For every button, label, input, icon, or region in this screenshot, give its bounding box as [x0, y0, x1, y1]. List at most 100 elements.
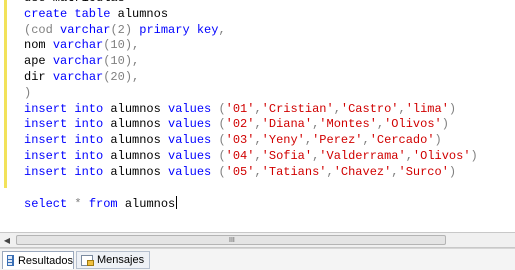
code-token: ,	[254, 117, 262, 132]
code-token: alumnos	[103, 117, 169, 132]
code-line[interactable]: use matriculas	[24, 0, 478, 7]
code-line[interactable]: insert into alumnos values ('02','Diana'…	[24, 117, 478, 133]
code-token: alumnos	[110, 6, 169, 21]
text-cursor	[176, 196, 178, 210]
code-token: ,	[254, 133, 262, 148]
horizontal-scrollbar[interactable]: ◀ III	[0, 232, 515, 248]
results-grid-icon	[7, 255, 14, 266]
code-token: 'Olivos'	[412, 148, 471, 163]
code-line[interactable]	[24, 181, 478, 197]
code-token: 'Yeny'	[261, 133, 305, 148]
code-token: ,	[391, 164, 399, 179]
code-token: insert into	[24, 164, 104, 179]
results-tab-bar: Resultados Mensajes	[0, 248, 515, 270]
code-line[interactable]: nom varchar(10),	[24, 38, 478, 54]
code-token: 'Cristian'	[261, 101, 334, 116]
code-token: values	[168, 164, 212, 179]
code-token: *	[67, 197, 89, 212]
code-token: ,	[254, 164, 262, 179]
code-token: )	[441, 117, 449, 132]
code-line[interactable]: insert into alumnos values ('05','Tatian…	[24, 165, 478, 181]
messages-icon	[81, 254, 94, 266]
code-token: dir	[24, 69, 53, 84]
code-token: from	[88, 197, 118, 212]
code-token: primary key	[139, 22, 219, 37]
code-token: 'lima'	[405, 101, 449, 116]
code-token: ,	[218, 22, 226, 37]
code-token: (2)	[110, 22, 140, 37]
code-line[interactable]: dir varchar(20),	[24, 70, 478, 86]
tab-resultados-label: Resultados	[17, 254, 73, 267]
code-token: 'Perez'	[312, 133, 363, 148]
code-token: 'Valderrama'	[319, 148, 406, 163]
code-token: 'Cercado'	[369, 133, 435, 148]
code-token: alumnos	[103, 101, 169, 116]
code-token: (	[211, 148, 226, 163]
code-line[interactable]: (cod varchar(2) primary key,	[24, 23, 478, 39]
code-token: )	[24, 85, 32, 100]
query-editor[interactable]: use matriculascreate table alumnos(cod v…	[0, 0, 515, 232]
code-token: 'Sofia'	[261, 148, 313, 163]
code-token: create table	[24, 6, 111, 21]
code-token: (10),	[103, 38, 140, 53]
code-token: 'Surco'	[398, 164, 449, 179]
code-token: '05'	[225, 164, 255, 179]
code-line[interactable]: )	[24, 86, 478, 102]
code-token: alumnos	[103, 164, 169, 179]
scrollbar-thumb[interactable]: III	[16, 235, 446, 245]
code-token: use matriculas	[24, 0, 125, 5]
code-token: 'Tatians'	[261, 164, 327, 179]
code-token: )	[470, 148, 478, 163]
code-line[interactable]: insert into alumnos values ('01','Cristi…	[24, 102, 478, 118]
code-line[interactable]: insert into alumnos values ('04','Sofia'…	[24, 149, 478, 165]
code-token: ,	[405, 148, 413, 163]
code-token: (	[211, 117, 226, 132]
sql-code[interactable]: use matriculascreate table alumnos(cod v…	[24, 0, 478, 212]
code-token: )	[448, 164, 457, 179]
tab-resultados[interactable]: Resultados	[2, 251, 74, 269]
code-token: alumnos	[117, 197, 176, 212]
code-token: ,	[304, 133, 313, 148]
code-token: values	[168, 101, 212, 116]
code-token: alumnos	[103, 148, 169, 163]
code-token: 'Castro'	[340, 101, 399, 116]
code-token: 'Olivos'	[384, 117, 442, 132]
code-token: )	[434, 133, 442, 148]
code-token: ,	[398, 101, 406, 116]
code-token: alumnos	[103, 133, 169, 148]
code-token: insert into	[24, 133, 104, 148]
code-line[interactable]: ape varchar(10),	[24, 54, 478, 70]
code-token: ,	[326, 164, 334, 179]
arrow-left-icon[interactable]: ◀	[1, 235, 13, 246]
code-token: (	[211, 164, 226, 179]
code-line[interactable]: insert into alumnos values ('03','Yeny',…	[24, 133, 478, 149]
code-token: varchar	[52, 38, 104, 53]
code-token: values	[168, 148, 212, 163]
code-token: insert into	[24, 148, 104, 163]
code-token: ,	[254, 148, 262, 163]
code-token: varchar	[52, 54, 104, 69]
code-token: (20),	[103, 69, 140, 84]
code-token: (cod	[24, 22, 61, 37]
code-line[interactable]: select * from alumnos	[24, 196, 478, 212]
tab-mensajes-label: Mensajes	[97, 254, 145, 266]
code-token: 'Montes'	[319, 117, 377, 132]
code-token: insert into	[24, 117, 104, 132]
code-token: ape	[24, 54, 53, 69]
code-token: '04'	[225, 148, 255, 163]
code-token: values	[168, 117, 212, 132]
code-token: ,	[254, 101, 262, 116]
code-token: 'Diana'	[261, 117, 313, 132]
code-token: (	[211, 133, 226, 148]
code-token: varchar	[60, 22, 111, 37]
scrollbar-grip: III	[229, 237, 235, 244]
code-line[interactable]: create table alumnos	[24, 7, 478, 23]
code-token: select	[24, 197, 68, 212]
code-token: (10),	[103, 54, 140, 69]
code-token: insert into	[24, 101, 104, 116]
editor-gutter	[0, 0, 8, 232]
code-token: values	[168, 133, 212, 148]
code-token: )	[448, 101, 457, 116]
tab-mensajes[interactable]: Mensajes	[76, 251, 150, 269]
code-token: '03'	[225, 133, 255, 148]
